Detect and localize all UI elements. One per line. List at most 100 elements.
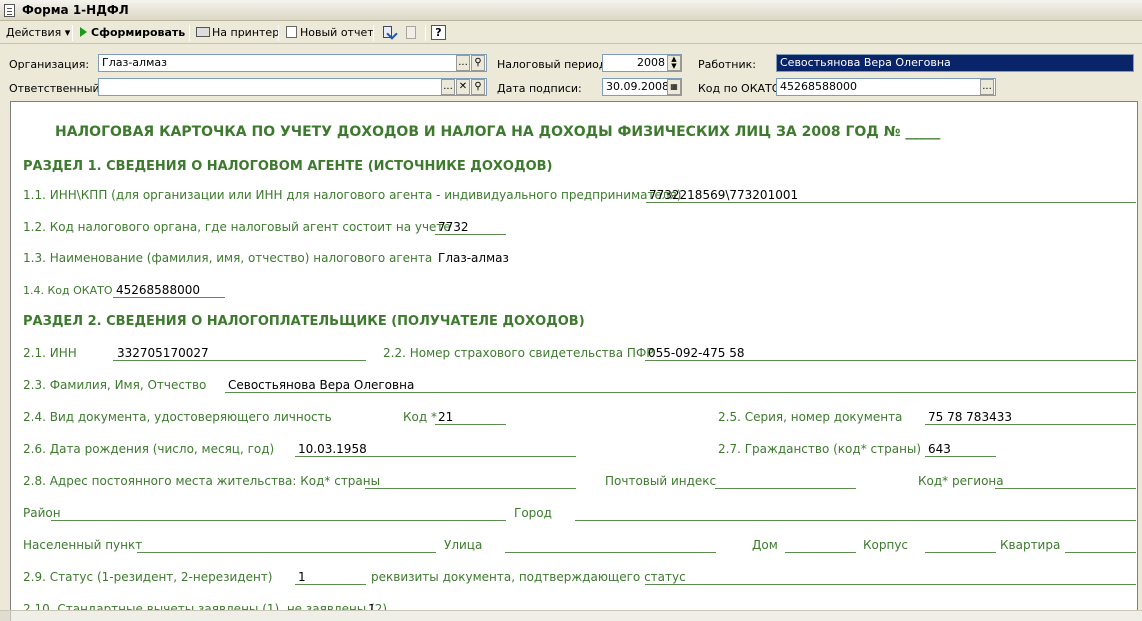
- building-label: Корпус: [863, 538, 909, 552]
- s1-2-value: 7732: [438, 220, 469, 234]
- underline: [113, 360, 366, 361]
- s2-9-doc-label: реквизиты документа, подтверждающего ста…: [371, 570, 686, 584]
- s2-6-label: 2.6. Дата рождения (число, месяц, год): [23, 442, 275, 456]
- magnifier-icon[interactable]: ⚲: [471, 55, 485, 71]
- toolbar-separator: [72, 25, 73, 41]
- organization-field[interactable]: Глаз-алмаз: [98, 54, 487, 72]
- underline: [505, 552, 716, 553]
- underline: [365, 488, 576, 489]
- s1-2-label: 1.2. Код налогового органа, где налоговы…: [23, 220, 451, 234]
- s1-1-value: 7732218569\773201001: [649, 188, 799, 202]
- okato-label: Код по ОКАТО:: [698, 82, 785, 95]
- underline: [1065, 552, 1136, 553]
- locality-label: Населенный пункт: [23, 538, 143, 552]
- s2-3-value: Севостьянова Вера Олеговна: [228, 378, 415, 392]
- generate-label: Сформировать: [91, 26, 186, 39]
- left-margin: [0, 101, 10, 610]
- okato-select-button[interactable]: ...: [980, 79, 994, 95]
- s2-4-label: 2.4. Вид документа, удостоверяющего личн…: [23, 410, 332, 424]
- s2-3-label: 2.3. Фамилия, Имя, Отчество: [23, 378, 207, 392]
- new-report-button[interactable]: Новый отчет: [286, 25, 374, 41]
- s2-5-value: 75 78 783433: [928, 410, 1012, 424]
- responsible-select-button[interactable]: ...: [441, 79, 455, 95]
- print-label: На принтер: [212, 26, 280, 39]
- worker-label: Работник:: [698, 58, 756, 71]
- underline: [925, 552, 996, 553]
- section-2-heading: РАЗДЕЛ 2. СВЕДЕНИЯ О НАЛОГОПЛАТЕЛЬЩИКЕ (…: [23, 314, 585, 329]
- s1-4-value: 45268588000: [116, 283, 200, 297]
- window-titlebar: Форма 1-НДФЛ: [0, 0, 1142, 21]
- toolbar-separator: [278, 25, 279, 41]
- s2-8-label: 2.8. Адрес постоянного места жительства:…: [23, 474, 381, 488]
- report-title: НАЛОГОВАЯ КАРТОЧКА ПО УЧЕТУ ДОХОДОВ И НА…: [55, 124, 941, 140]
- underline: [435, 424, 506, 425]
- underline: [715, 488, 856, 489]
- underline: [113, 297, 225, 298]
- window-title: Форма 1-НДФЛ: [22, 3, 129, 17]
- s1-4-label: 1.4. Код ОКАТО: [23, 284, 113, 297]
- report-spreadsheet[interactable]: НАЛОГОВАЯ КАРТОЧКА ПО УЧЕТУ ДОХОДОВ И НА…: [10, 101, 1138, 611]
- responsible-field[interactable]: [98, 78, 487, 96]
- settings-button[interactable]: [381, 25, 395, 41]
- s2-1-value: 332705170027: [117, 346, 209, 360]
- toolbar-separator: [189, 25, 190, 41]
- org-label: Организация:: [9, 58, 90, 71]
- s2-1-label: 2.1. ИНН: [23, 346, 77, 360]
- okato-field[interactable]: 45268588000: [776, 78, 996, 96]
- underline: [295, 584, 366, 585]
- section-1-heading: РАЗДЕЛ 1. СВЕДЕНИЯ О НАЛОГОВОМ АГЕНТЕ (И…: [23, 159, 553, 174]
- magnifier-icon[interactable]: ⚲: [471, 79, 485, 95]
- restore-settings-icon: [403, 25, 417, 39]
- toolbar: Действия ▾ Сформировать На принтер Новый…: [0, 22, 1142, 44]
- s2-7-value: 643: [928, 442, 951, 456]
- s2-7-label: 2.7. Гражданство (код* страны): [718, 442, 922, 456]
- org-select-button[interactable]: ...: [456, 55, 470, 71]
- worker-field[interactable]: Севостьянова Вера Олеговна: [776, 54, 1134, 72]
- s2-4-code-label: Код *: [403, 410, 437, 424]
- underline: [51, 520, 506, 521]
- underline: [295, 456, 576, 457]
- horizontal-scrollbar[interactable]: [0, 610, 1142, 621]
- underline: [925, 424, 1136, 425]
- postal-label: Почтовый индекс: [605, 474, 717, 488]
- clear-icon[interactable]: ✕: [456, 79, 470, 95]
- period-spin-icon[interactable]: ▲ ▼: [667, 55, 681, 71]
- region-label: Код* региона: [918, 474, 1004, 488]
- s2-2-value: 055-092-475 58: [648, 346, 745, 360]
- period-label: Налоговый период:: [497, 58, 611, 71]
- form-icon: [4, 4, 15, 17]
- underline: [575, 520, 1136, 521]
- underline: [435, 234, 506, 235]
- generate-button[interactable]: Сформировать: [80, 25, 185, 41]
- calendar-icon[interactable]: ▦: [667, 79, 681, 95]
- actions-menu[interactable]: Действия ▾: [6, 25, 70, 41]
- apartment-label: Квартира: [1000, 538, 1061, 552]
- underline: [137, 552, 436, 553]
- street-label: Улица: [444, 538, 483, 552]
- s2-9-value: 1: [298, 570, 306, 584]
- print-button[interactable]: На принтер: [196, 25, 279, 41]
- printer-icon: [196, 27, 210, 37]
- toolbar-separator: [373, 25, 374, 41]
- new-report-label: Новый отчет: [300, 26, 374, 39]
- underline: [645, 584, 1136, 585]
- help-icon: ?: [431, 25, 446, 40]
- s2-6-value: 10.03.1958: [298, 442, 367, 456]
- responsible-label: Ответственный:: [9, 82, 104, 95]
- s2-9-label: 2.9. Статус (1-резидент, 2-нерезидент): [23, 570, 273, 584]
- sign-date-label: Дата подписи:: [497, 82, 582, 95]
- underline: [785, 552, 856, 553]
- s2-5-label: 2.5. Серия, номер документа: [718, 410, 903, 424]
- scroll-left-icon[interactable]: [0, 611, 11, 621]
- play-icon: [80, 27, 87, 37]
- report-settings-icon: [381, 25, 395, 39]
- underline: [925, 456, 996, 457]
- s1-3-label: 1.3. Наименование (фамилия, имя, отчеств…: [23, 251, 433, 265]
- house-label: Дом: [752, 538, 778, 552]
- underline: [645, 360, 1136, 361]
- restore-settings-button[interactable]: [403, 25, 417, 41]
- s1-1-label: 1.1. ИНН\КПП (для организации или ИНН дл…: [23, 188, 682, 202]
- help-button[interactable]: ?: [431, 25, 446, 41]
- underline: [646, 202, 1136, 203]
- toolbar-separator: [425, 25, 426, 41]
